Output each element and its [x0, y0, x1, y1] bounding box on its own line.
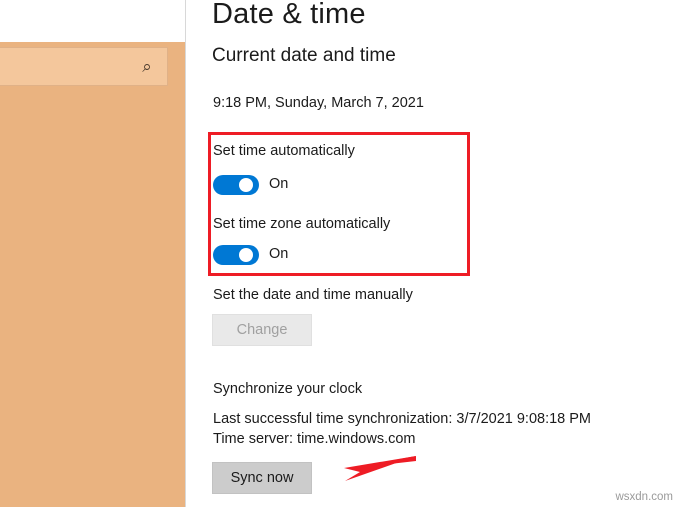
toggle-set-timezone-automatically[interactable]	[213, 245, 259, 265]
toggle-state-set-time-automatically: On	[269, 176, 289, 192]
toggle-set-time-automatically[interactable]	[213, 175, 259, 195]
time-server-text: Time server: time.windows.com	[213, 431, 416, 447]
sync-now-button[interactable]: Sync now	[212, 462, 312, 494]
label-synchronize-your-clock: Synchronize your clock	[213, 381, 363, 397]
current-date-time-value: 9:18 PM, Sunday, March 7, 2021	[213, 95, 424, 111]
search-icon: ⌕	[142, 57, 152, 76]
last-sync-text: Last successful time synchronization: 3/…	[213, 411, 592, 427]
desktop-background: ⌕	[0, 0, 185, 507]
watermark: wsxdn.com	[615, 491, 673, 503]
annotation-arrow-icon	[344, 456, 416, 481]
date-time-settings-pane: Date & time Current date and time 9:18 P…	[186, 0, 680, 507]
toggle-knob	[239, 178, 253, 192]
search-input[interactable]: ⌕	[0, 47, 168, 86]
section-heading-current-date-time: Current date and time	[212, 45, 396, 66]
label-set-time-automatically: Set time automatically	[213, 143, 355, 159]
toggle-state-set-timezone-automatically: On	[269, 246, 289, 262]
page-title: Date & time	[212, 0, 366, 30]
change-button[interactable]: Change	[212, 314, 312, 346]
label-set-date-time-manually: Set the date and time manually	[213, 287, 413, 303]
settings-window: ⌕ Date & time Current date and time 9:18…	[0, 0, 680, 507]
background-top-strip	[0, 0, 185, 42]
toggle-knob	[239, 248, 253, 262]
label-set-timezone-automatically: Set time zone automatically	[213, 216, 391, 232]
